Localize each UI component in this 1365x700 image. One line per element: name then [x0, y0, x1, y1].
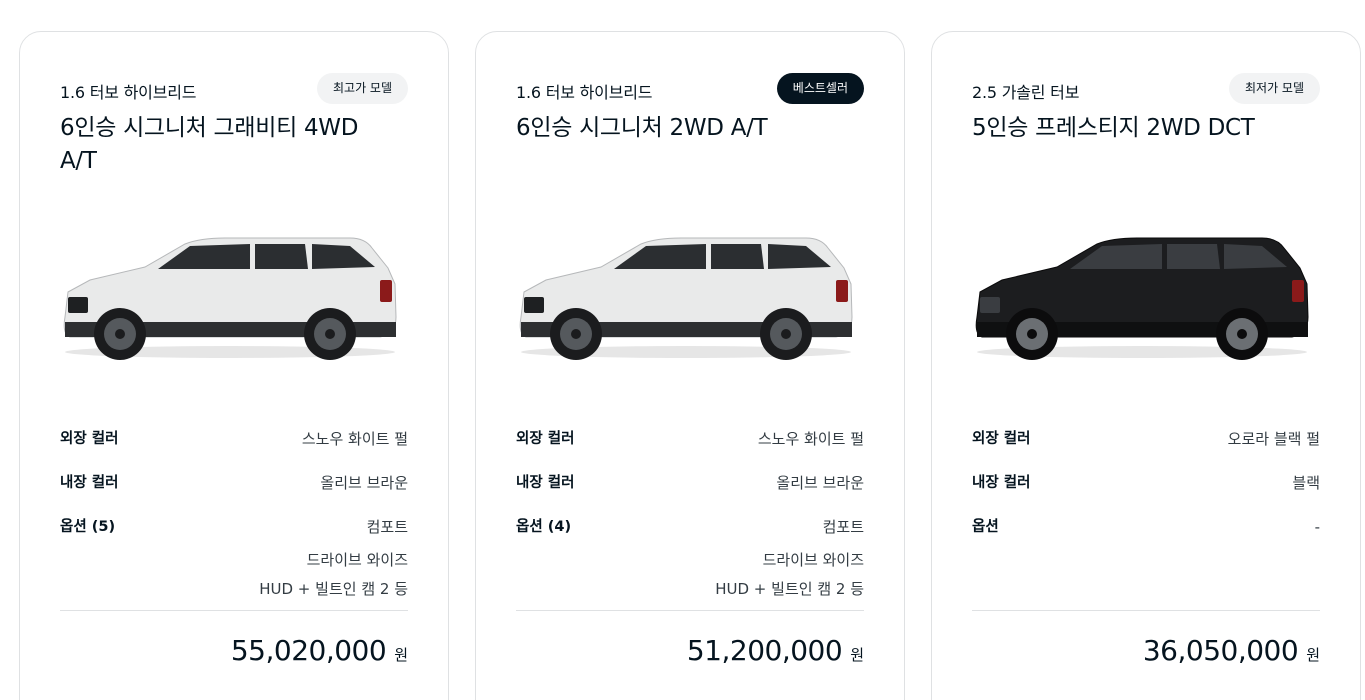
price-unit: 원	[1306, 646, 1320, 664]
interior-color-value: 올리브 브라운	[320, 474, 408, 492]
engine-type: 2.5 가솔린 터보	[972, 83, 1080, 102]
suv-illustration	[63, 237, 397, 360]
options-label: 옵션 (5)	[60, 519, 116, 535]
engine-type: 1.6 터보 하이브리드	[60, 83, 197, 102]
suv-illustration	[519, 237, 853, 360]
option-item: 컴포트	[366, 518, 408, 536]
interior-color-label: 내장 컬러	[972, 475, 1031, 491]
price-value: 36,050,000	[1142, 634, 1299, 667]
option-item: HUD + 빌트인 캠 2 등	[715, 579, 864, 598]
trim-name: 6인승 시그니처 그래비티 4WD A/T	[60, 115, 359, 174]
trim-badge: 최고가 모델	[316, 73, 408, 104]
trim-card[interactable]: 2.5 가솔린 터보 최저가 모델 5인승 프레스티지 2WD DCT 외장 컬…	[931, 31, 1361, 700]
option-item: 드라이브 와이즈	[306, 551, 408, 569]
divider	[60, 610, 408, 611]
engine-type: 1.6 터보 하이브리드	[516, 83, 653, 102]
interior-color-label: 내장 컬러	[516, 475, 575, 491]
trim-badge: 최저가 모델	[1228, 73, 1320, 104]
exterior-color-label: 외장 컬러	[972, 431, 1031, 447]
trim-badge: 베스트셀러	[776, 73, 864, 104]
trim-card[interactable]: 1.6 터보 하이브리드 최고가 모델 6인승 시그니처 그래비티 4WD A/…	[19, 31, 449, 700]
options-label: 옵션 (4)	[516, 519, 572, 535]
option-item: HUD + 빌트인 캠 2 등	[259, 579, 408, 598]
interior-color-value: 올리브 브라운	[776, 474, 864, 492]
exterior-color-value: 오로라 블랙 펄	[1227, 430, 1320, 448]
interior-color-label: 내장 컬러	[60, 475, 119, 491]
exterior-color-label: 외장 컬러	[60, 431, 119, 447]
trim-name: 5인승 프레스티지 2WD DCT	[972, 115, 1255, 141]
price-value: 55,020,000	[230, 634, 387, 667]
price-value: 51,200,000	[686, 634, 843, 667]
car-image	[975, 237, 1309, 360]
option-item: 컴포트	[822, 518, 864, 536]
exterior-color-value: 스노우 화이트 펄	[757, 430, 864, 448]
trim-card[interactable]: 1.6 터보 하이브리드 베스트셀러 6인승 시그니처 2WD A/T 외장 컬…	[475, 31, 905, 700]
options-label: 옵션	[972, 519, 999, 535]
trim-name: 6인승 시그니처 2WD A/T	[516, 115, 768, 141]
option-item: -	[1314, 518, 1320, 536]
price-unit: 원	[850, 646, 864, 664]
trim-comparison-cards: 1.6 터보 하이브리드 최고가 모델 6인승 시그니처 그래비티 4WD A/…	[0, 0, 1365, 700]
price-line: 55,020,000 원	[231, 634, 408, 667]
interior-color-value: 블랙	[1292, 474, 1320, 492]
car-image	[519, 237, 853, 360]
car-image	[63, 237, 397, 360]
divider	[972, 610, 1320, 611]
divider	[516, 610, 864, 611]
option-item: 드라이브 와이즈	[762, 551, 864, 569]
exterior-color-label: 외장 컬러	[516, 431, 575, 447]
price-unit: 원	[394, 646, 408, 664]
suv-illustration	[975, 237, 1309, 360]
exterior-color-value: 스노우 화이트 펄	[301, 430, 408, 448]
price-line: 36,050,000 원	[1143, 634, 1320, 667]
price-line: 51,200,000 원	[687, 634, 864, 667]
